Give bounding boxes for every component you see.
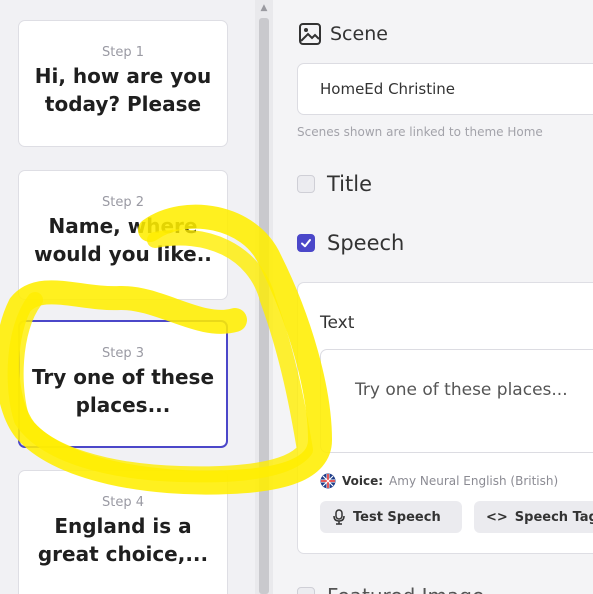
speech-tags-button[interactable]: <> Speech Tags: [474, 501, 593, 533]
speech-option-label: Speech: [327, 231, 405, 255]
speech-tags-label: Speech Tags: [514, 509, 593, 525]
speech-checkbox[interactable]: [297, 234, 315, 252]
step-text: Hi, how are you today? Please: [34, 64, 212, 116]
title-option-label: Title: [327, 172, 373, 196]
speech-option[interactable]: Speech: [297, 231, 404, 255]
step-label: Step 4: [101, 495, 144, 510]
voice-row: Voice: Amy Neural English (British): [320, 473, 558, 489]
step-text: Try one of these places...: [31, 365, 215, 417]
scene-hint: Scenes shown are linked to theme Home: [297, 125, 543, 139]
uk-flag-icon: [320, 473, 336, 489]
speech-text-input[interactable]: Try one of these places...: [320, 349, 593, 453]
text-label: Text: [320, 313, 355, 333]
test-speech-button[interactable]: Test Speech: [320, 501, 462, 533]
title-checkbox[interactable]: [297, 175, 315, 193]
step-text: England is a great choice,...: [37, 514, 209, 566]
step-card-3-selected[interactable]: Step 3 Try one of these places...: [18, 320, 228, 448]
step-label: Step 2: [101, 195, 144, 210]
step-text: Name, where would you like..: [34, 214, 212, 266]
featured-image-label: Featured Image: [327, 584, 484, 594]
voice-prefix: Voice:: [342, 474, 384, 488]
code-icon: <>: [486, 509, 508, 525]
image-icon: [299, 23, 321, 45]
title-option[interactable]: Title: [297, 172, 372, 196]
scene-select[interactable]: HomeEd Christine: [297, 63, 593, 115]
featured-image-checkbox[interactable]: [297, 587, 315, 594]
steps-list: Step 1 Hi, how are you today? Please Ste…: [0, 0, 255, 594]
step-label: Step 3: [101, 346, 144, 361]
step-label: Step 1: [101, 45, 144, 60]
steps-scrollbar[interactable]: ▲: [255, 0, 273, 594]
microphone-icon: [333, 509, 345, 525]
featured-image-option[interactable]: Featured Image: [297, 584, 484, 594]
step-card-1[interactable]: Step 1 Hi, how are you today? Please: [18, 20, 228, 147]
test-speech-label: Test Speech: [353, 509, 441, 525]
speech-panel: Text Try one of these places... Voice: A…: [297, 282, 593, 554]
step-editor: Scene HomeEd Christine Scenes shown are …: [273, 0, 593, 594]
check-icon: [301, 239, 311, 248]
step-card-4[interactable]: Step 4 England is a great choice,...: [18, 470, 228, 594]
scroll-thumb[interactable]: [259, 18, 269, 594]
scroll-up-arrow-icon[interactable]: ▲: [255, 2, 273, 14]
scene-heading: Scene: [298, 22, 388, 46]
scene-heading-label: Scene: [330, 23, 388, 45]
step-card-2[interactable]: Step 2 Name, where would you like..: [18, 170, 228, 300]
voice-value: Amy Neural English (British): [389, 474, 559, 488]
